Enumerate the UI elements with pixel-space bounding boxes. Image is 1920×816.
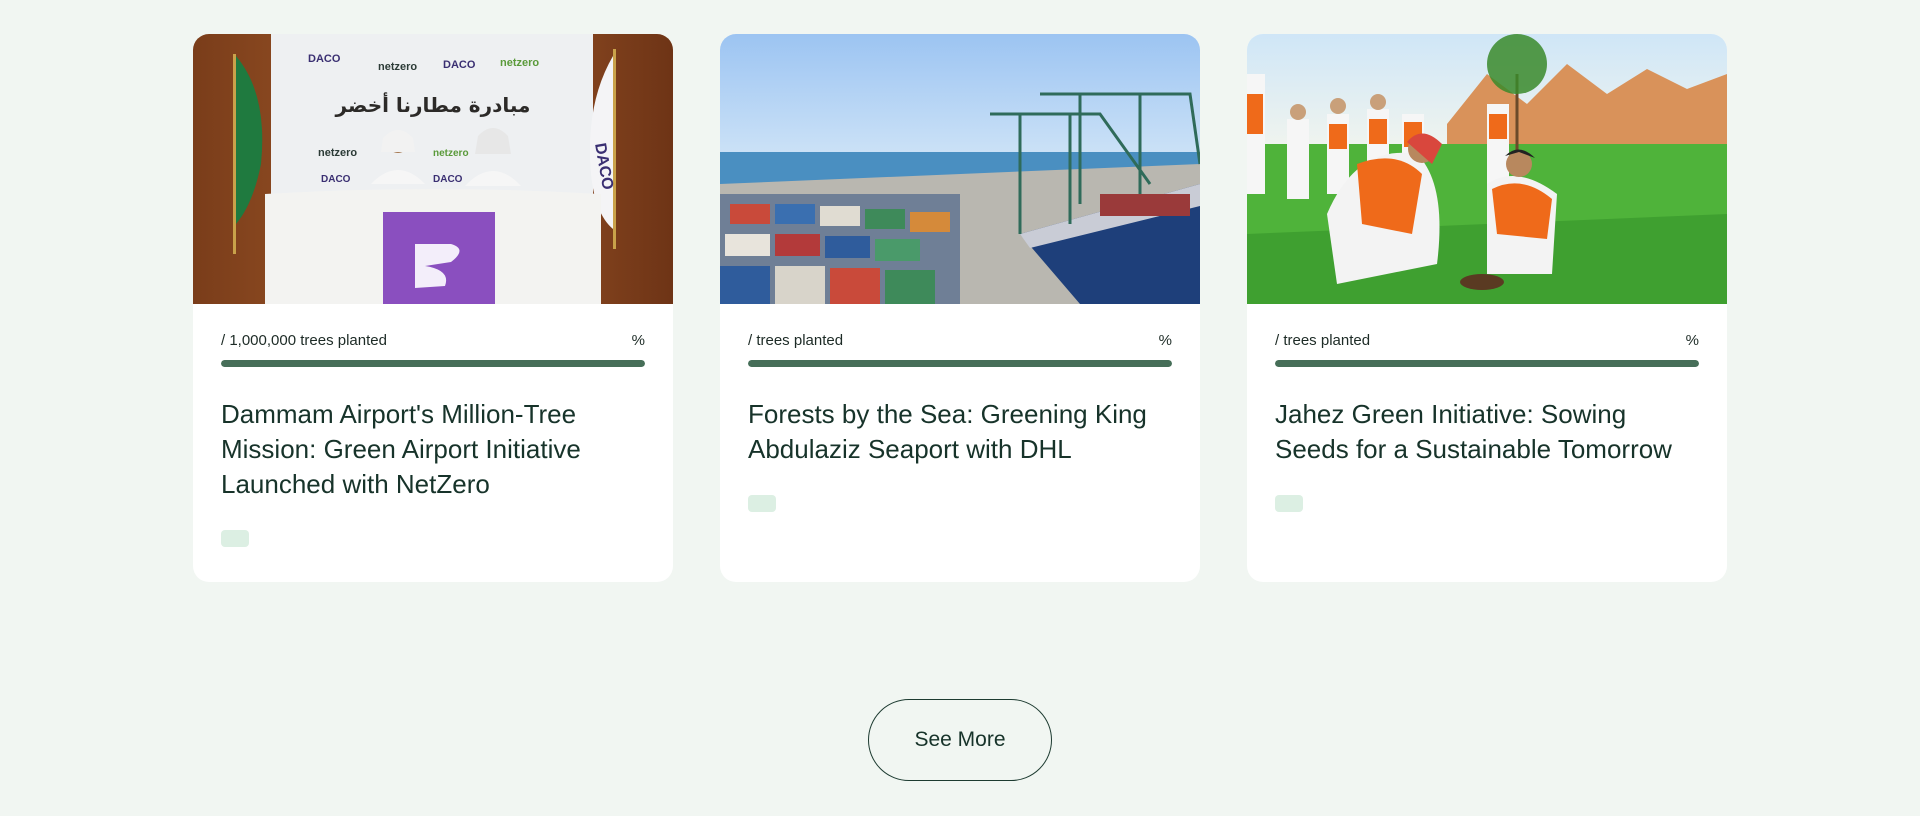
svg-text:netzero: netzero bbox=[500, 57, 539, 69]
svg-text:DACO: DACO bbox=[443, 59, 476, 71]
progress-fill bbox=[1275, 360, 1699, 367]
card-image-tree-planting[interactable] bbox=[1247, 34, 1727, 304]
progress-row: / 1,000,000 trees planted % bbox=[221, 330, 645, 350]
category-tag bbox=[748, 495, 776, 512]
card-title[interactable]: Jahez Green Initiative: Sowing Seeds for… bbox=[1275, 397, 1699, 467]
svg-text:DACO: DACO bbox=[433, 174, 463, 185]
card-image-seaport[interactable] bbox=[720, 34, 1200, 304]
progress-fill bbox=[221, 360, 645, 367]
progress-bar bbox=[221, 360, 645, 367]
progress-bar bbox=[1275, 360, 1699, 367]
project-cards: DACO netzero DACO netzero مبادرة مطارنا … bbox=[193, 34, 1727, 582]
progress-fill bbox=[748, 360, 1172, 367]
svg-text:DACO: DACO bbox=[308, 53, 341, 65]
progress-row: / trees planted % bbox=[748, 330, 1172, 350]
progress-percent: % bbox=[631, 331, 645, 349]
category-tag bbox=[221, 530, 249, 547]
project-card[interactable]: / trees planted % Forests by the Sea: Gr… bbox=[720, 34, 1200, 582]
trees-planted-text: / trees planted bbox=[1275, 331, 1371, 349]
trees-planted-text: / trees planted bbox=[748, 331, 844, 349]
project-card[interactable]: / trees planted % Jahez Green Initiative… bbox=[1247, 34, 1727, 582]
see-more-button[interactable]: See More bbox=[868, 699, 1052, 781]
svg-text:netzero: netzero bbox=[318, 147, 357, 159]
progress-row: / trees planted % bbox=[1275, 330, 1699, 350]
project-card[interactable]: DACO netzero DACO netzero مبادرة مطارنا … bbox=[193, 34, 673, 582]
trees-planted-text: / 1,000,000 trees planted bbox=[221, 331, 387, 349]
card-title[interactable]: Dammam Airport's Million-Tree Mission: G… bbox=[221, 397, 645, 502]
svg-text:مبادرة مطارنا أخضر: مبادرة مطارنا أخضر bbox=[335, 91, 531, 117]
progress-bar bbox=[748, 360, 1172, 367]
category-tag bbox=[1275, 495, 1303, 512]
svg-text:netzero: netzero bbox=[378, 61, 417, 73]
svg-text:netzero: netzero bbox=[433, 148, 469, 159]
progress-percent: % bbox=[1158, 331, 1172, 349]
card-image-signing-ceremony[interactable]: DACO netzero DACO netzero مبادرة مطارنا … bbox=[193, 34, 673, 304]
card-title[interactable]: Forests by the Sea: Greening King Abdula… bbox=[748, 397, 1172, 467]
svg-text:DACO: DACO bbox=[321, 174, 351, 185]
progress-percent: % bbox=[1685, 331, 1699, 349]
